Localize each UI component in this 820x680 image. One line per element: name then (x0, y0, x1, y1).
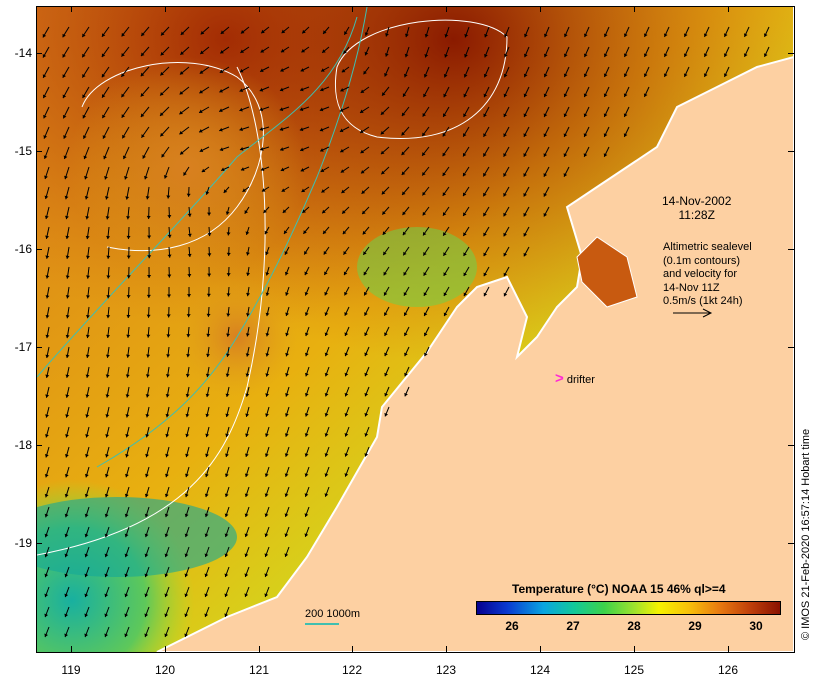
x-tick-mark (728, 6, 729, 12)
date-line: 14-Nov-2002 (662, 194, 732, 208)
drifter-legend: > drifter (555, 370, 595, 387)
y-tick-mark (36, 445, 42, 446)
eddy-west (67, 57, 307, 277)
x-tick-mark (259, 646, 260, 652)
colorbar-tick-27: 27 (566, 619, 580, 633)
sst-map (37, 7, 794, 652)
x-tick-mark (352, 6, 353, 12)
x-tick-mark (71, 6, 72, 12)
x-tick-mark (352, 646, 353, 652)
x-tick-mark (446, 646, 447, 652)
y-label-minus15: -15 (14, 144, 32, 158)
velocity-scale-arrow-icon (673, 308, 713, 318)
credit-text: © IMOS 21-Feb-2020 16:57:14 Hobart time (800, 428, 812, 640)
colorbar-tick-26: 26 (505, 619, 519, 633)
colorbar-title: Temperature (°C) NOAA 15 46% ql>=4 (512, 582, 726, 596)
y-tick-mark (36, 347, 42, 348)
y-tick-mark (36, 151, 42, 152)
y-tick-mark (36, 543, 42, 544)
y-label-minus19: -19 (14, 536, 32, 550)
x-tick-mark (540, 6, 541, 12)
x-tick-mark (165, 6, 166, 12)
x-label-121: 121 (248, 663, 270, 677)
x-label-123: 123 (435, 663, 457, 677)
x-label-126: 126 (717, 663, 739, 677)
legend-line-2: (0.1m contours) (663, 254, 741, 267)
y-tick-mark (36, 249, 42, 250)
x-tick-mark (634, 646, 635, 652)
y-tick-mark (788, 347, 794, 348)
legend-line-4: 14-Nov 11Z (663, 281, 720, 294)
y-label-minus18: -18 (14, 438, 32, 452)
colorbar-tick-28: 28 (627, 619, 641, 633)
y-tick-mark (788, 543, 794, 544)
drifter-label: drifter (566, 374, 595, 386)
x-tick-mark (728, 646, 729, 652)
y-tick-mark (36, 53, 42, 54)
cool-patch-central (357, 227, 477, 307)
colorbar-tick-30: 30 (749, 619, 763, 633)
x-tick-mark (165, 646, 166, 652)
time-line: 11:28Z (678, 208, 715, 222)
sealevel-legend: Altimetric sealevel (0.1m contours) and … (663, 241, 752, 309)
drifter-icon: > (555, 370, 564, 387)
x-tick-mark (71, 646, 72, 652)
x-label-119: 119 (61, 663, 81, 677)
y-tick-mark (788, 445, 794, 446)
x-label-120: 120 (154, 663, 176, 677)
isobath-legend-label: 200 1000m (305, 608, 361, 620)
colorbar-tick-29: 29 (688, 619, 702, 633)
y-label-minus17: -17 (14, 340, 32, 354)
y-label-minus16: -16 (14, 242, 32, 256)
map-panel (36, 6, 795, 653)
x-tick-mark (634, 6, 635, 12)
x-label-124: 124 (529, 663, 551, 677)
x-label-125: 125 (623, 663, 645, 677)
y-tick-mark (788, 53, 794, 54)
y-tick-mark (788, 249, 794, 250)
y-tick-mark (788, 151, 794, 152)
x-tick-mark (259, 6, 260, 12)
isobath-legend-line (305, 623, 339, 625)
temperature-colorbar (476, 601, 781, 615)
y-label-minus14: -14 (14, 46, 32, 60)
legend-line-3: and velocity for (663, 268, 737, 280)
x-tick-mark (540, 646, 541, 652)
image-timestamp: 14-Nov-2002 11:28Z (662, 194, 731, 222)
x-tick-mark (446, 6, 447, 12)
x-label-122: 122 (341, 663, 363, 677)
legend-line-1: Altimetric sealevel (663, 241, 752, 253)
